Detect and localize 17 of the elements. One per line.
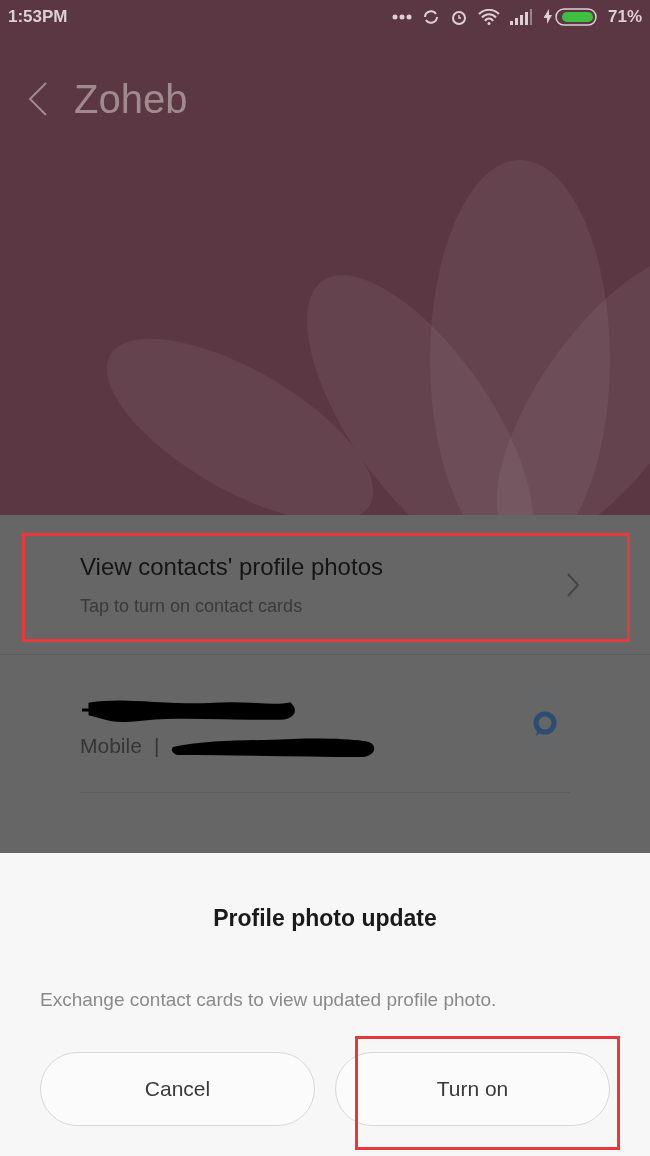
dialog-button[interactable]: Turn on [335,1052,610,1126]
contact-name: Zoheb [74,76,188,123]
signal-icon [509,9,532,25]
separator: | [153,732,160,759]
status-time: 1:53PM [8,6,68,29]
sync-icon [421,8,440,26]
more-icon [391,14,412,20]
battery-level: 71% [607,6,642,29]
wifi-icon [477,9,500,25]
alarm-icon [449,8,468,26]
chat-bubble-icon [531,709,559,738]
row-title: View contacts' profile photos [80,552,383,582]
battery-icon [541,8,598,26]
dialog-title: Profile photo update [213,904,437,933]
chevron-icon [566,571,580,598]
dialog-message: Exchange contact cards to view updated profile photo. [40,987,497,1012]
dialog-button[interactable]: Cancel [40,1052,315,1126]
